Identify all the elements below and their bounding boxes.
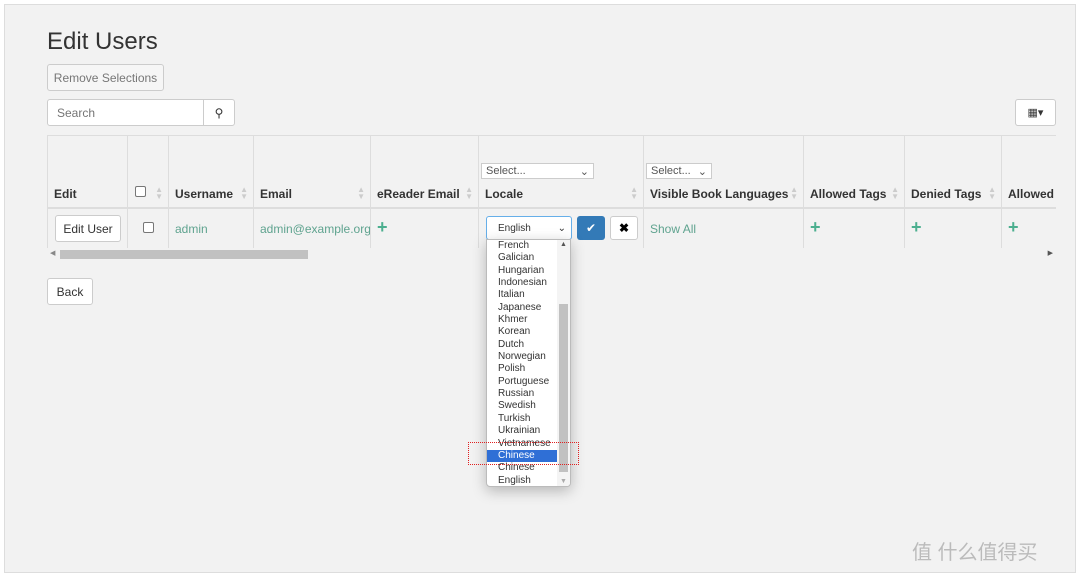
locale-option[interactable]: Galician — [487, 252, 558, 264]
add-allowed-icon[interactable]: + — [1008, 217, 1019, 238]
cancel-button[interactable]: ✖ — [610, 216, 638, 240]
locale-option[interactable]: Swedish — [487, 400, 558, 412]
username-link[interactable]: admin — [175, 222, 208, 236]
locale-option[interactable]: French — [487, 240, 558, 252]
sort-icon[interactable]: ▲ ▼ — [630, 186, 638, 201]
col-ereader: eReader Email ▲ ▼ + — [370, 136, 478, 248]
locale-option[interactable]: Norwegian — [487, 351, 558, 363]
highlight-annotation-box — [468, 442, 579, 465]
sort-icon[interactable]: ▲ ▼ — [988, 186, 996, 201]
col-allowed-tags: Allowed Tags ▲ ▼ + — [803, 136, 904, 248]
locale-option[interactable]: Khmer — [487, 314, 558, 326]
locale-option[interactable]: Indonesian — [487, 277, 558, 289]
locale-option[interactable]: Turkish — [487, 413, 558, 425]
locale-option[interactable]: English — [487, 475, 558, 486]
grid-icon: ▦▾ — [1027, 107, 1044, 119]
watermark-logo: 值 什么值得买 — [912, 542, 1038, 564]
search-icon: ⚲ — [214, 105, 224, 120]
col-username: Username ▲ ▼ admin — [168, 136, 253, 248]
locale-option[interactable]: Hungarian — [487, 265, 558, 277]
remove-selections-button[interactable]: Remove Selections — [47, 64, 164, 91]
col-email: Email ▲ ▼ admin@example.org — [253, 136, 371, 248]
add-denied-tag-icon[interactable]: + — [911, 217, 922, 238]
locale-option[interactable]: Italian — [487, 289, 558, 301]
locale-select[interactable]: English ⌄ — [486, 216, 572, 240]
sort-icon[interactable]: ▲ ▼ — [465, 186, 473, 201]
users-table: Edit Edit User ▲ ▼ Username ▲ ▼ admin Email… — [47, 135, 1056, 248]
locale-option[interactable]: Dutch — [487, 339, 558, 351]
page-title: Edit Users — [47, 28, 158, 55]
col-edit: Edit Edit User — [47, 136, 127, 248]
sort-icon[interactable]: ▲ ▼ — [790, 186, 798, 201]
column-toggle-button[interactable]: ▦▾ — [1015, 99, 1056, 126]
add-allowed-tag-icon[interactable]: + — [810, 217, 821, 238]
col-locale: Select... ⌄ Locale ▲ ▼ English ⌄ ✔ ✖ — [478, 136, 643, 248]
select-all-checkbox[interactable] — [135, 186, 146, 197]
col-select: ▲ ▼ — [127, 136, 168, 248]
locale-option[interactable]: Polish — [487, 363, 558, 375]
languages-filter-select[interactable]: Select... ⌄ — [646, 163, 712, 179]
col-languages: Select... ⌄ Visible Book Languages ▲ ▼ Show… — [643, 136, 803, 248]
locale-option[interactable]: Russian — [487, 388, 558, 400]
locale-option[interactable]: Japanese — [487, 302, 558, 314]
search-input[interactable] — [47, 99, 204, 126]
locale-option[interactable]: Korean — [487, 326, 558, 338]
email-link[interactable]: admin@example.org — [260, 222, 371, 236]
sort-icon[interactable]: ▲ ▼ — [357, 186, 365, 201]
add-ereader-icon[interactable]: + — [377, 217, 388, 238]
sort-icon[interactable]: ▲ ▼ — [891, 186, 899, 201]
edit-user-button[interactable]: Edit User — [55, 215, 121, 242]
locale-filter-select[interactable]: Select... ⌄ — [481, 163, 594, 179]
check-icon: ✔ — [585, 221, 597, 235]
show-all-link[interactable]: Show All — [650, 222, 696, 236]
col-allowed-c: Allowed C + — [1001, 136, 1056, 248]
close-icon: ✖ — [618, 221, 630, 235]
col-denied-tags: Denied Tags ▲ ▼ + — [904, 136, 1001, 248]
scrollbar-thumb[interactable] — [60, 250, 308, 259]
sort-icon[interactable]: ▲ ▼ — [240, 186, 248, 201]
locale-option[interactable]: Portuguese — [487, 376, 558, 388]
sort-icon[interactable]: ▲ ▼ — [155, 186, 163, 201]
locale-option[interactable]: Ukrainian — [487, 425, 558, 437]
confirm-button[interactable]: ✔ — [577, 216, 605, 240]
row-checkbox[interactable] — [143, 222, 154, 233]
back-button[interactable]: Back — [47, 278, 93, 305]
search-button[interactable]: ⚲ — [203, 99, 235, 126]
